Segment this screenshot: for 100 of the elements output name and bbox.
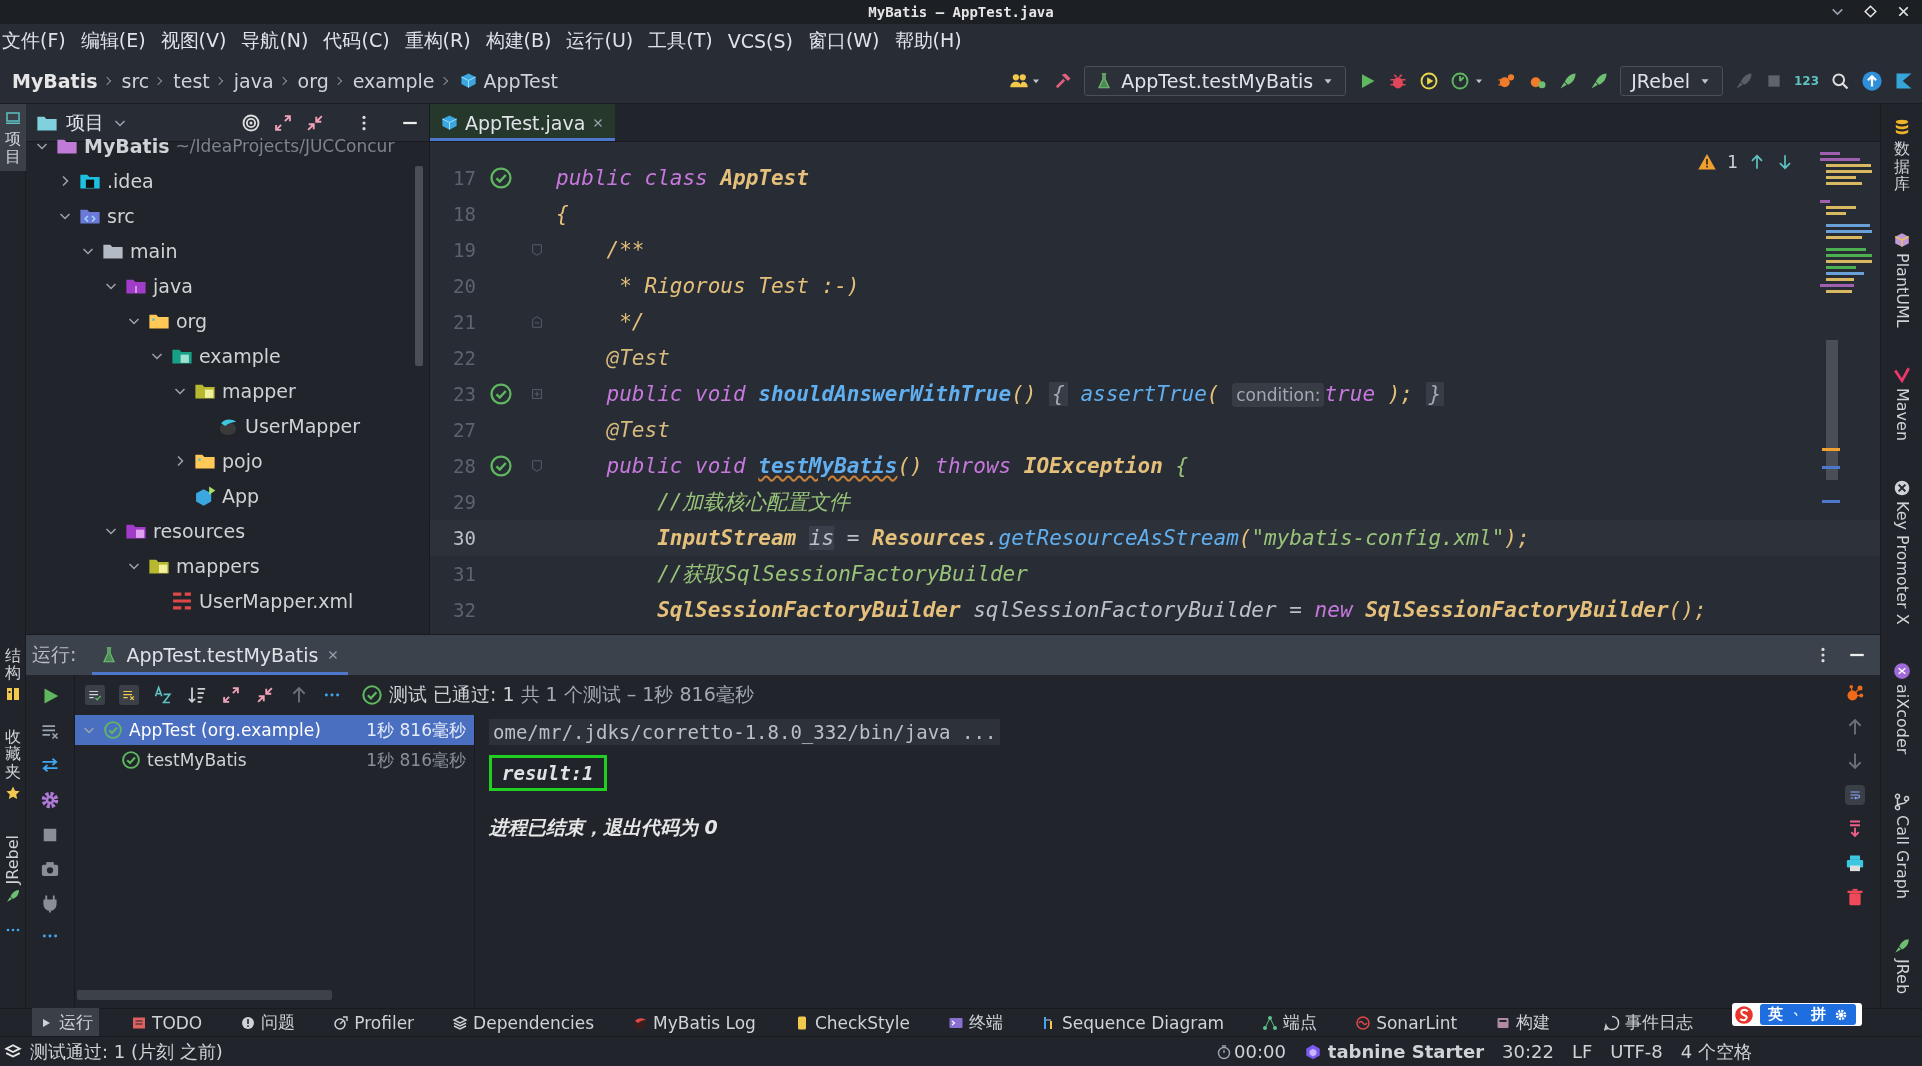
tool-window-tab[interactable]: 事件日志 xyxy=(1598,1008,1700,1037)
breadcrumb-item[interactable]: example xyxy=(352,69,435,92)
tool-window-tab[interactable]: 端点 xyxy=(1256,1008,1324,1037)
run-config-dropdown[interactable]: AppTest.testMyBatis xyxy=(1084,65,1347,96)
menu-item[interactable]: 导航(N) xyxy=(241,28,309,54)
breadcrumb-item[interactable]: MyBatis xyxy=(12,69,98,92)
menu-item[interactable]: 重构(R) xyxy=(404,28,471,54)
tree-item[interactable]: src xyxy=(26,198,429,233)
tree-item[interactable]: UserMapper.xml xyxy=(26,583,429,618)
test-summary-detail: 共 1 个测试 – 1秒 816毫秒 xyxy=(520,682,754,707)
tool-window-button[interactable]: JRebel xyxy=(0,828,26,910)
tool-window-button[interactable]: 数据库 xyxy=(1892,112,1911,199)
show-ignored-icon[interactable] xyxy=(119,685,139,705)
settings-icon[interactable] xyxy=(39,789,61,811)
tool-window-button[interactable]: Call Graph xyxy=(1892,786,1911,905)
menu-item[interactable]: 构建(B) xyxy=(485,28,552,54)
tool-window-tab[interactable]: Dependencies xyxy=(446,1009,601,1036)
project-view-dropdown[interactable]: 项目 xyxy=(36,109,128,136)
tool-window-tab[interactable]: 终端 xyxy=(941,1008,1009,1037)
tool-window-button[interactable]: 结构 xyxy=(0,640,26,708)
expand-icon[interactable] xyxy=(221,685,241,705)
menu-item[interactable]: 运行(U) xyxy=(566,28,634,54)
ime-logo-icon[interactable] xyxy=(1734,1004,1754,1025)
status-message[interactable]: 测试通过: 1 (片刻 之前) xyxy=(30,1039,223,1064)
menu-item[interactable]: 窗口(W) xyxy=(807,28,880,54)
ime-input[interactable]: 拼 xyxy=(1811,1005,1826,1024)
tool-window-tab[interactable]: SonarLint xyxy=(1349,1009,1464,1036)
maximize-icon[interactable] xyxy=(1862,3,1879,20)
menu-item[interactable]: 文件(F) xyxy=(2,28,66,54)
sort-icon[interactable] xyxy=(153,685,173,705)
camera-icon[interactable] xyxy=(40,859,60,879)
search-icon[interactable] xyxy=(1830,70,1850,91)
test-tree-item[interactable]: AppTest (org.example) 1秒 816毫秒 xyxy=(75,715,474,745)
breadcrumb-item[interactable]: AppTest xyxy=(458,69,559,92)
collapse-icon[interactable] xyxy=(255,685,275,705)
tree-item[interactable]: UserMapper xyxy=(26,408,429,443)
tool-window-button[interactable]: Maven xyxy=(1892,359,1911,447)
test-passed-icon[interactable] xyxy=(489,454,513,478)
editor-tab[interactable]: AppTest.java xyxy=(430,104,616,141)
tree-item[interactable]: .idea xyxy=(26,163,429,198)
ime-mode[interactable]: 英 xyxy=(1768,1005,1783,1024)
printer-icon[interactable] xyxy=(1845,853,1865,873)
status-timer[interactable]: 00:00 xyxy=(1234,1041,1286,1062)
swap-icon[interactable] xyxy=(40,755,60,775)
tool-window-tab[interactable]: CheckStyle xyxy=(787,1009,916,1036)
show-passed-icon[interactable] xyxy=(85,685,105,705)
gauge-icon[interactable] xyxy=(1450,70,1471,91)
coverage-icon[interactable] xyxy=(1419,70,1440,91)
menu-item[interactable]: 编辑(E) xyxy=(80,28,146,54)
tree-item[interactable]: example xyxy=(26,338,429,373)
tool-window-tab[interactable]: 问题 xyxy=(234,1008,302,1037)
test-passed-icon[interactable] xyxy=(489,166,513,190)
sort-duration-icon[interactable] xyxy=(187,685,207,705)
jrebel-dropdown[interactable]: JRebel xyxy=(1620,65,1723,96)
update-icon[interactable] xyxy=(1861,69,1883,92)
line-number: 22 xyxy=(452,347,476,369)
tool-window-button[interactable]: Key Promoter X xyxy=(1892,472,1911,631)
tool-window-button[interactable]: PlantUML xyxy=(1892,224,1911,334)
tool-window-button[interactable]: JReb xyxy=(1892,930,1911,1000)
tool-window-button[interactable]: 收藏夹 xyxy=(0,721,26,807)
status-caret-position[interactable]: 30:22 xyxy=(1502,1041,1554,1062)
status-indent[interactable]: 4 个空格 xyxy=(1680,1039,1752,1064)
plug-icon[interactable] xyxy=(40,893,60,913)
tree-item[interactable]: mapper xyxy=(26,373,429,408)
status-line-separator[interactable]: LF xyxy=(1571,1041,1593,1062)
tree-item[interactable]: mappers xyxy=(26,548,429,583)
tree-item[interactable]: App xyxy=(26,478,429,513)
menu-item[interactable]: 代码(C) xyxy=(323,28,390,54)
tool-window-tab[interactable]: MyBatis Log xyxy=(626,1009,762,1036)
tree-item[interactable]: java xyxy=(26,268,429,303)
soft-wrap-icon[interactable] xyxy=(1845,785,1865,805)
menu-item[interactable]: 视图(V) xyxy=(160,28,227,54)
tree-item[interactable]: resources xyxy=(26,513,429,548)
tool-window-button[interactable]: 项目 xyxy=(0,104,26,172)
menu-item[interactable]: 工具(T) xyxy=(648,28,713,54)
breadcrumb-item[interactable]: java xyxy=(233,69,274,92)
trash-icon[interactable] xyxy=(1845,887,1865,907)
target-icon[interactable] xyxy=(241,112,261,133)
test-tree-item[interactable]: testMyBatis 1秒 816毫秒 xyxy=(75,745,474,775)
status-encoding[interactable]: UTF-8 xyxy=(1610,1041,1663,1062)
tool-window-tab[interactable]: Sequence Diagram xyxy=(1034,1009,1231,1036)
tree-item[interactable]: main xyxy=(26,233,429,268)
tool-window-tab[interactable]: TODO xyxy=(125,1009,209,1036)
tree-item[interactable]: pojo xyxy=(26,443,429,478)
tree-item[interactable]: org xyxy=(26,303,429,338)
menu-item[interactable]: VCS(S) xyxy=(727,30,793,52)
tool-window-tab[interactable]: Profiler xyxy=(327,1009,421,1036)
tool-window-button[interactable]: aiXcoder xyxy=(1892,656,1911,761)
breadcrumb-item[interactable]: org xyxy=(297,69,329,92)
status-tabnine[interactable]: tabnine Starter xyxy=(1327,1041,1485,1062)
counter-button[interactable]: 123 xyxy=(1793,73,1819,88)
network-icon[interactable] xyxy=(1845,683,1865,703)
breadcrumb-item[interactable]: src xyxy=(121,69,150,92)
test-passed-icon[interactable] xyxy=(489,382,513,406)
expand-icon[interactable] xyxy=(273,112,293,133)
settings-icon[interactable] xyxy=(1834,1007,1848,1022)
menu-item[interactable]: 帮助(H) xyxy=(894,28,962,54)
tool-window-tab[interactable]: 运行 xyxy=(32,1008,99,1037)
breadcrumb-item[interactable]: test xyxy=(173,69,210,92)
run-tab[interactable]: AppTest.testMyBatis xyxy=(92,635,349,675)
